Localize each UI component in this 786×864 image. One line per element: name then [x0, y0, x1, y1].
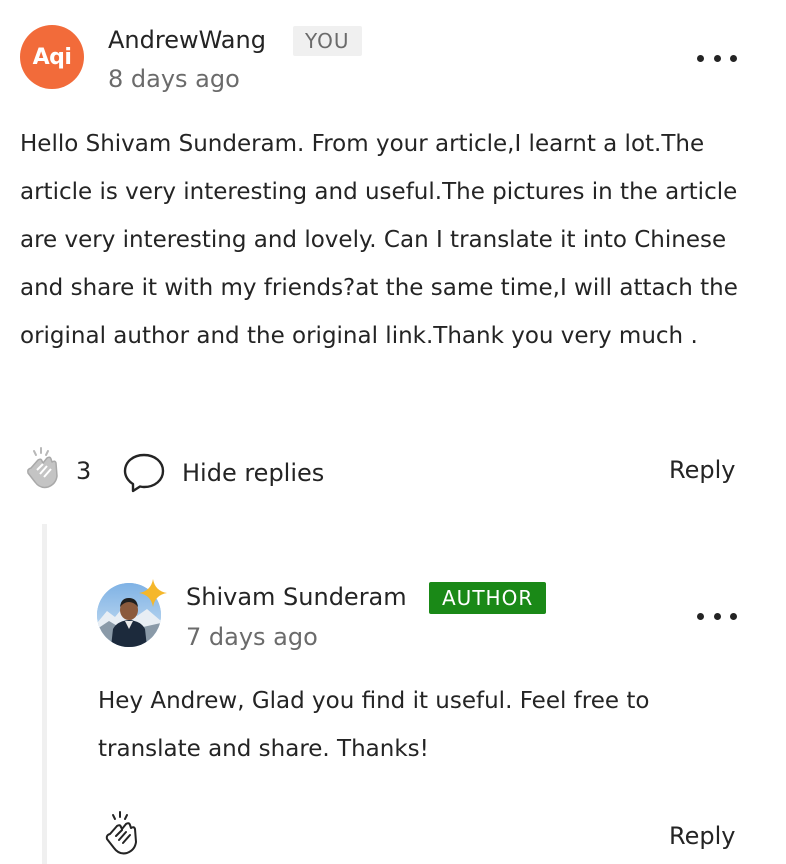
commenter-avatar[interactable]: Aqi [20, 25, 84, 89]
speech-bubble-icon [123, 453, 165, 493]
comment-timestamp: 8 days ago [108, 65, 240, 93]
clap-hands-icon [27, 447, 58, 489]
you-badge: YOU [293, 26, 362, 56]
hide-replies-button[interactable]: Hide replies [122, 452, 324, 494]
comment-reply-button[interactable]: Reply [669, 455, 735, 485]
clap-count: 3 [76, 457, 92, 485]
reply-more-options-button[interactable] [697, 604, 737, 628]
clap-hands-icon [105, 811, 137, 855]
comment-body: Hello Shivam Sunderam. From your article… [20, 131, 738, 349]
thread-indent-line [42, 524, 47, 864]
comments-section: Aqi AndrewWang YOU 8 days ago Hello Shiv… [0, 0, 786, 864]
reply-body: Hey Andrew, Glad you find it useful. Fee… [98, 688, 650, 762]
reply-reply-button[interactable]: Reply [669, 821, 735, 851]
more-horizontal-icon [697, 54, 704, 62]
commenter-name[interactable]: AndrewWang [108, 25, 266, 55]
comment-more-options-button[interactable] [697, 46, 737, 70]
author-badge: AUTHOR [429, 582, 547, 614]
more-horizontal-icon [697, 612, 704, 620]
reply-clap-button[interactable] [100, 810, 144, 856]
comment-clap-button[interactable] [22, 446, 64, 490]
reply-author-name[interactable]: Shivam Sunderam [186, 582, 407, 612]
reply-timestamp: 7 days ago [186, 623, 318, 651]
hide-replies-label: Hide replies [182, 459, 325, 487]
sparkle-star-icon [139, 579, 167, 607]
